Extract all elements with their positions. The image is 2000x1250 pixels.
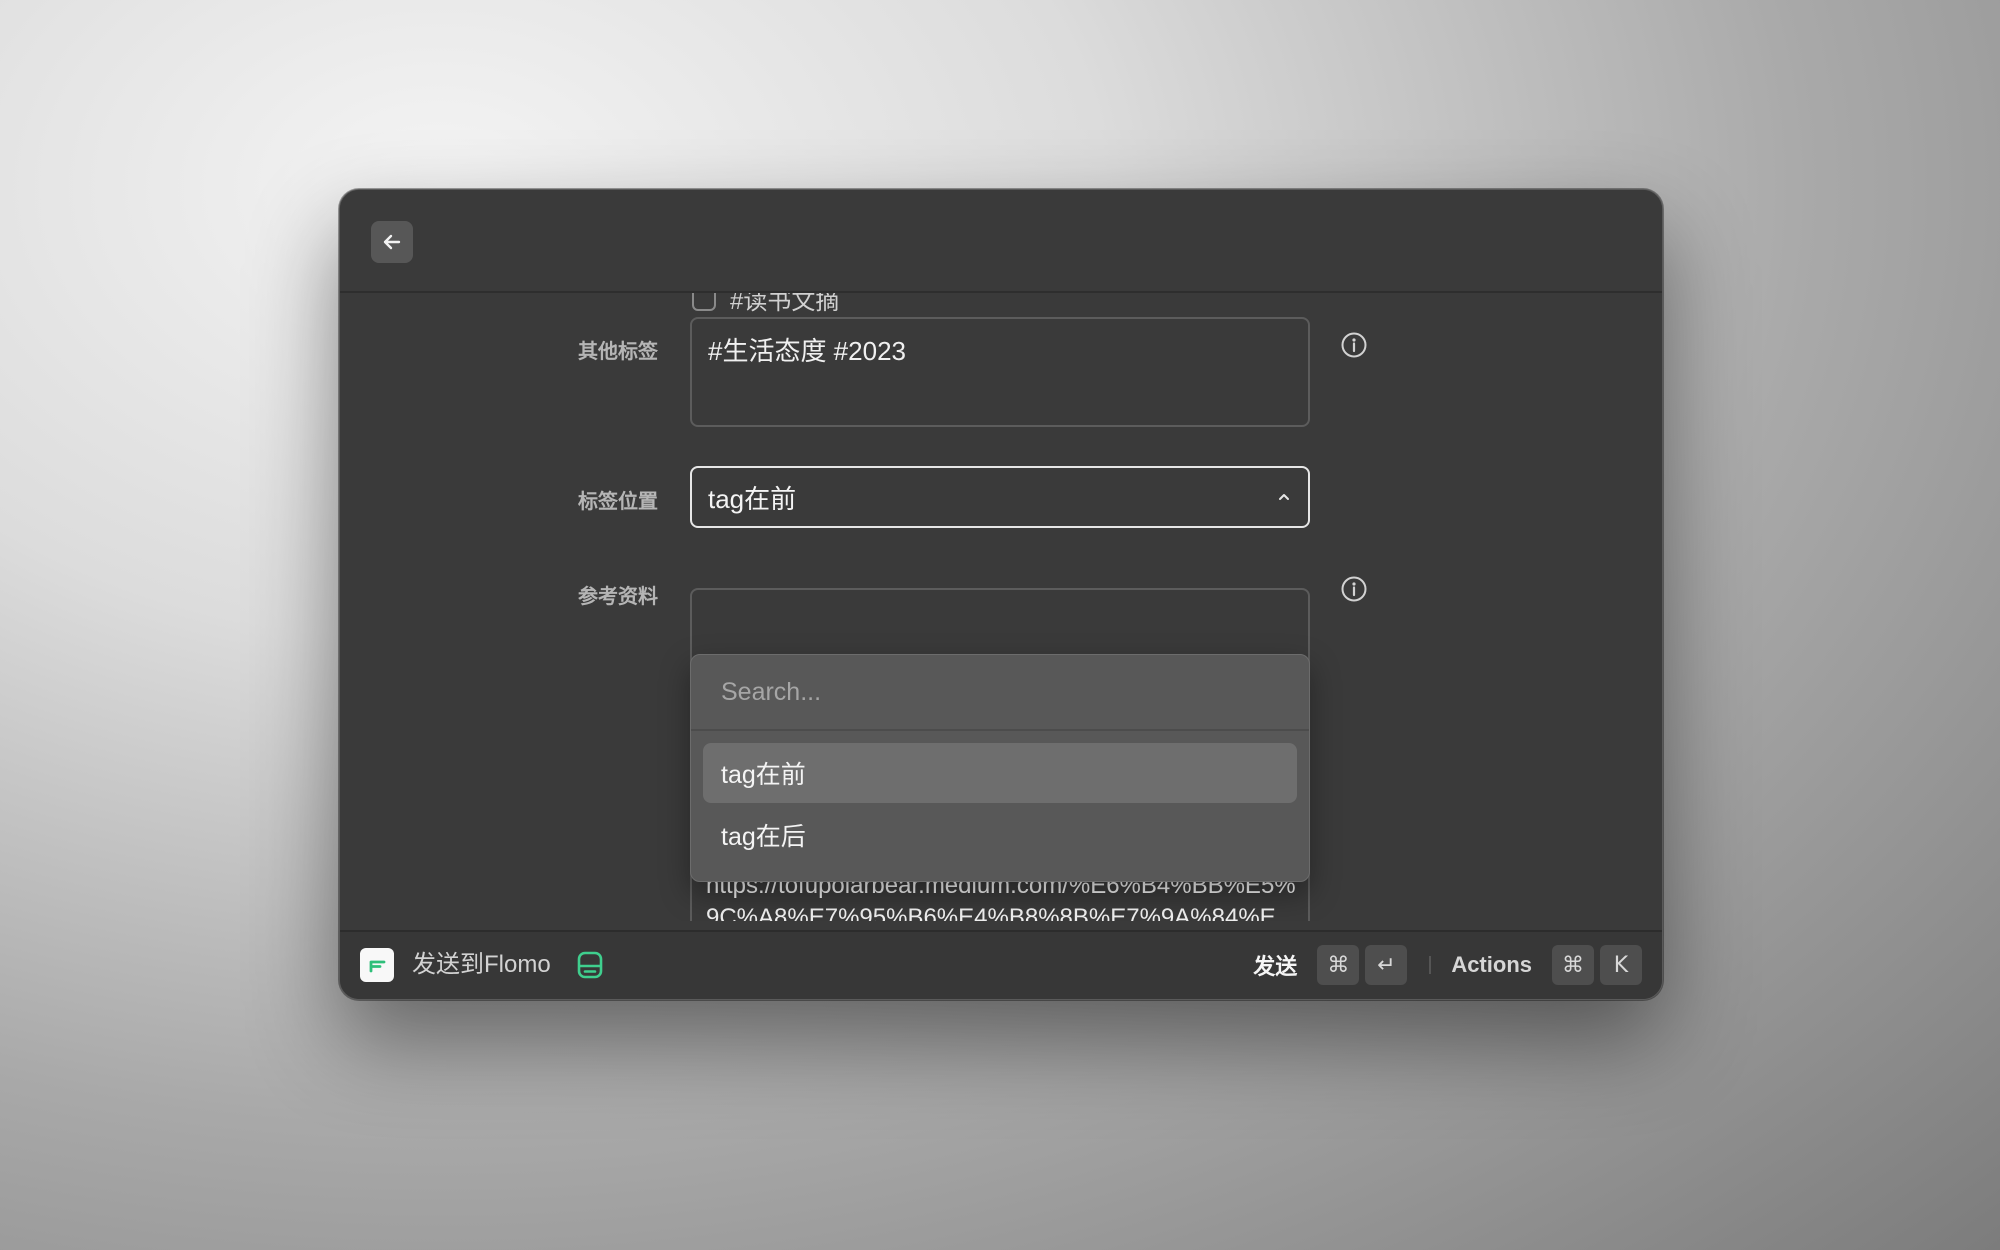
arrow-left-icon xyxy=(383,234,401,250)
checkbox-label: #读书文摘 xyxy=(730,293,840,315)
k-key: K xyxy=(1600,945,1642,985)
flomo-logo-icon xyxy=(360,948,394,982)
partially-visible-checkbox-row[interactable]: #读书文摘 xyxy=(692,293,839,316)
dropdown-option-tag-before[interactable]: tag在前 xyxy=(703,743,1297,803)
tag-position-dropdown: Search... tag在前 tag在后 xyxy=(690,654,1310,882)
dropdown-option-tag-after[interactable]: tag在后 xyxy=(703,805,1297,865)
actions-button[interactable]: Actions xyxy=(1451,952,1532,978)
command-key-icon: ⌘ xyxy=(1552,945,1594,985)
drive-icon[interactable] xyxy=(574,949,606,981)
other-tags-textarea[interactable]: #生活态度 #2023 xyxy=(690,317,1310,427)
tag-position-select[interactable]: tag在前 xyxy=(690,466,1310,528)
window-header xyxy=(340,190,1662,293)
app-name: 发送到Flomo xyxy=(412,951,551,978)
info-icon[interactable] xyxy=(1340,575,1368,603)
command-key-icon: ⌘ xyxy=(1317,945,1360,985)
divider xyxy=(1429,956,1432,974)
send-button[interactable]: 发送 xyxy=(1253,949,1297,981)
tag-position-value: tag在前 xyxy=(708,483,797,514)
dropdown-search-input[interactable]: Search... xyxy=(691,655,1309,731)
reference-label: 参考资料 xyxy=(578,586,658,608)
checkbox[interactable] xyxy=(692,293,716,311)
footer-actions: 发送 ⌘ ↵ Actions ⌘ K xyxy=(1253,945,1642,985)
info-icon[interactable] xyxy=(1340,331,1368,359)
back-button[interactable] xyxy=(371,221,413,263)
chevron-up-icon xyxy=(1279,494,1289,500)
tag-position-label: 标签位置 xyxy=(578,491,658,513)
return-key-icon: ↵ xyxy=(1365,945,1408,985)
other-tags-label: 其他标签 xyxy=(578,341,658,363)
form-content: #读书文摘 其他标签 #生活态度 #2023 标签位置 tag在前 参考资料 h… xyxy=(340,293,1662,921)
extension-window: #读书文摘 其他标签 #生活态度 #2023 标签位置 tag在前 参考资料 h… xyxy=(339,189,1663,1000)
action-bar: 发送到Flomo 发送 ⌘ ↵ Actions ⌘ K xyxy=(340,930,1662,999)
